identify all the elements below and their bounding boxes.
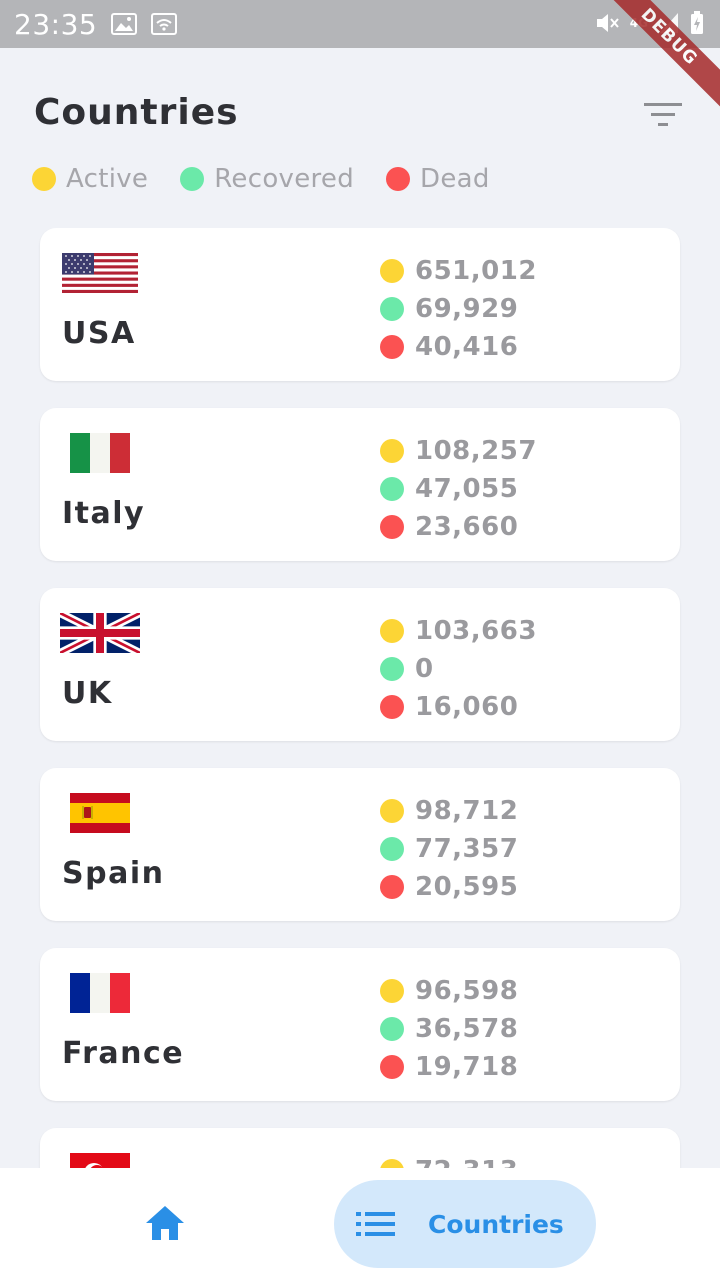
dead-count: 20,595 xyxy=(415,872,519,902)
dead-dot-icon xyxy=(386,167,411,191)
image-notification-icon xyxy=(111,13,138,35)
recovered-dot-icon xyxy=(180,167,205,191)
country-stats: 103,663 0 16,060 xyxy=(380,612,537,726)
country-stats: 96,598 36,578 19,718 xyxy=(380,972,518,1086)
country-stats: 98,712 77,357 20,595 xyxy=(380,792,518,906)
dead-dot-icon xyxy=(380,335,404,359)
dead-dot-icon xyxy=(380,695,404,719)
country-list[interactable]: USA 651,012 69,929 40,416 Italy 108,257 … xyxy=(0,228,720,1168)
nav-countries-tab[interactable]: Countries xyxy=(334,1180,596,1268)
legend-label: Active xyxy=(66,164,149,194)
recovered-count: 47,055 xyxy=(415,474,519,504)
country-stats: 72,313 xyxy=(380,1152,518,1168)
active-dot-icon xyxy=(380,1159,404,1168)
recovered-count: 69,929 xyxy=(415,294,519,324)
country-card[interactable]: Spain 98,712 77,357 20,595 xyxy=(40,768,680,921)
country-stats: 108,257 47,055 23,660 xyxy=(380,432,537,546)
country-name: USA xyxy=(62,316,136,351)
recovered-dot-icon xyxy=(380,477,404,501)
uk-flag-icon xyxy=(60,613,140,653)
active-count: 651,012 xyxy=(415,256,537,286)
turkey-flag-icon xyxy=(70,1153,130,1168)
wifi-notification-icon xyxy=(151,13,178,35)
dead-dot-icon xyxy=(380,515,404,539)
status-time: 23:35 xyxy=(14,7,98,41)
recovered-dot-icon xyxy=(380,297,404,321)
list-icon xyxy=(356,1212,395,1236)
active-dot-icon xyxy=(380,619,404,643)
recovered-dot-icon xyxy=(380,837,404,861)
recovered-count: 36,578 xyxy=(415,1014,519,1044)
country-name: France xyxy=(62,1036,185,1071)
active-dot-icon xyxy=(380,979,404,1003)
legend-item-active: Active xyxy=(32,164,148,194)
active-dot-icon xyxy=(380,439,404,463)
legend-label: Dead xyxy=(420,164,490,194)
active-count: 98,712 xyxy=(415,796,519,826)
recovered-count: 0 xyxy=(415,654,434,684)
legend: Active Recovered Dead xyxy=(32,164,522,194)
legend-item-dead: Dead xyxy=(386,164,490,194)
recovered-count: 77,357 xyxy=(415,834,519,864)
dead-dot-icon xyxy=(380,875,404,899)
country-card[interactable]: France 96,598 36,578 19,718 xyxy=(40,948,680,1101)
active-count: 108,257 xyxy=(415,436,537,466)
nav-countries-label: Countries xyxy=(428,1209,564,1239)
country-stats: 651,012 69,929 40,416 xyxy=(380,252,537,366)
active-count: 103,663 xyxy=(415,616,537,646)
country-name: UK xyxy=(62,676,113,711)
country-card[interactable]: 72,313 xyxy=(40,1128,680,1168)
italy-flag-icon xyxy=(70,433,130,473)
dead-count: 19,718 xyxy=(415,1052,519,1082)
recovered-dot-icon xyxy=(380,657,404,681)
battery-charging-icon xyxy=(691,11,703,34)
country-name: Italy xyxy=(62,496,146,531)
country-card[interactable]: UK 103,663 0 16,060 xyxy=(40,588,680,741)
dead-count: 16,060 xyxy=(415,692,519,722)
active-count: 96,598 xyxy=(415,976,519,1006)
dead-dot-icon xyxy=(380,1055,404,1079)
legend-label: Recovered xyxy=(214,164,355,194)
home-icon[interactable] xyxy=(144,1204,186,1242)
france-flag-icon xyxy=(70,973,130,1013)
active-dot-icon xyxy=(380,259,404,283)
active-dot-icon xyxy=(32,167,56,191)
spain-flag-icon xyxy=(70,793,130,833)
active-dot-icon xyxy=(380,799,404,823)
status-bar: 23:35 4G DEBUG xyxy=(0,0,720,114)
country-card[interactable]: Italy 108,257 47,055 23,660 xyxy=(40,408,680,561)
country-name: Spain xyxy=(62,856,165,891)
us-flag-icon xyxy=(62,253,138,293)
dead-count: 23,660 xyxy=(415,512,519,542)
active-count: 72,313 xyxy=(415,1156,518,1168)
bottom-navigation: Countries xyxy=(0,1168,720,1280)
recovered-dot-icon xyxy=(380,1017,404,1041)
dead-count: 40,416 xyxy=(415,332,519,362)
country-card[interactable]: USA 651,012 69,929 40,416 xyxy=(40,228,680,381)
mute-icon xyxy=(596,14,619,32)
page-title: Countries xyxy=(34,92,239,133)
legend-item-recovered: Recovered xyxy=(180,164,354,194)
filter-icon[interactable] xyxy=(642,100,684,130)
